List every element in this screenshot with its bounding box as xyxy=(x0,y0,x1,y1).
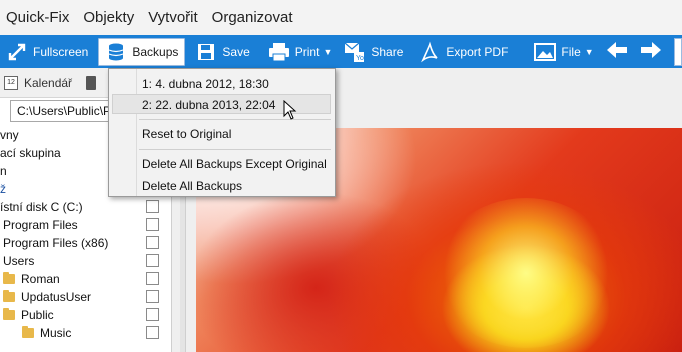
floppy-icon xyxy=(195,41,217,63)
tree-checkbox[interactable] xyxy=(146,290,159,303)
pdf-icon xyxy=(419,40,441,63)
menu-gutter xyxy=(109,69,137,196)
calendar-tab-label: Kalendář xyxy=(24,75,73,90)
save-button[interactable]: Save xyxy=(189,35,255,68)
tree-item-label: UpdatusUser xyxy=(21,290,92,304)
tree-item[interactable]: Users xyxy=(0,252,172,270)
forward-button[interactable] xyxy=(634,35,668,68)
menu-bar: Quick-Fix Objekty Vytvořit Organizovat xyxy=(0,0,682,35)
folder-icon xyxy=(3,308,15,320)
export-pdf-label: Export PDF xyxy=(446,44,509,59)
chevron-down-icon: ▼ xyxy=(323,46,333,57)
tree-item[interactable]: Program Files (x86) xyxy=(0,234,172,252)
tree-item-label: ací skupina xyxy=(0,146,61,160)
printer-icon xyxy=(268,41,290,63)
tree-item[interactable]: Program Files xyxy=(0,216,172,234)
back-button[interactable] xyxy=(600,35,634,68)
tree-item-label: Music xyxy=(40,326,72,340)
tree-item-label: n xyxy=(0,164,7,178)
export-pdf-button[interactable]: Export PDF xyxy=(413,35,514,68)
folder-icon xyxy=(22,326,34,338)
tree-checkbox[interactable] xyxy=(146,272,159,285)
book-icon[interactable] xyxy=(86,75,97,90)
menu-objekty[interactable]: Objekty xyxy=(75,9,140,26)
arrow-left-icon xyxy=(606,39,628,65)
delete-all-backups-item[interactable]: Delete All Backups xyxy=(142,179,242,193)
file-button[interactable]: File ▼ xyxy=(528,35,599,68)
print-label: Print xyxy=(294,44,320,59)
menu-separator xyxy=(139,119,331,120)
tree-item-label: Public xyxy=(21,308,54,322)
menu-vytvorit[interactable]: Vytvořit xyxy=(140,9,203,26)
tree-item[interactable]: Music xyxy=(0,324,172,342)
share-button[interactable]: You Share xyxy=(338,35,409,68)
fullscreen-label: Fullscreen xyxy=(33,44,89,59)
file-label: File xyxy=(561,44,581,59)
tree-item-label: Roman xyxy=(21,272,60,286)
menu-quick-fix[interactable]: Quick-Fix xyxy=(0,9,75,26)
reset-to-original-item[interactable]: Reset to Original xyxy=(142,127,231,141)
tree-checkbox[interactable] xyxy=(146,200,159,213)
tree-item[interactable]: Public xyxy=(0,306,172,324)
tree-item-label: Program Files xyxy=(3,218,78,232)
tree-checkbox[interactable] xyxy=(146,308,159,321)
backup-item-1[interactable]: 1: 4. dubna 2012, 18:30 xyxy=(142,77,269,91)
backup-item-2[interactable]: 2: 22. dubna 2013, 22:04 xyxy=(142,98,275,112)
fullscreen-button[interactable]: Fullscreen xyxy=(0,35,94,68)
save-label: Save xyxy=(222,44,250,59)
database-icon xyxy=(105,41,127,63)
backups-button[interactable]: Backups xyxy=(98,37,186,66)
tree-checkbox[interactable] xyxy=(146,218,159,231)
image-icon xyxy=(534,41,557,63)
tree-checkbox[interactable] xyxy=(146,254,159,267)
tab-calendar[interactable]: 12 Kalendář xyxy=(0,75,97,90)
tree-item-label: ž xyxy=(0,182,6,196)
tree-item[interactable]: UpdatusUser xyxy=(0,288,172,306)
print-button[interactable]: Print ▼ xyxy=(262,35,339,68)
mouse-cursor-icon xyxy=(283,100,297,120)
fullscreen-icon xyxy=(6,41,28,63)
share-icon: You xyxy=(344,41,366,63)
svg-text:You: You xyxy=(356,55,366,62)
tree-item-label: ístní disk C (C:) xyxy=(0,200,83,214)
tree-item-label: Users xyxy=(3,254,35,268)
backups-label: Backups xyxy=(132,44,179,59)
tree-checkbox[interactable] xyxy=(146,236,159,249)
menu-organizovat[interactable]: Organizovat xyxy=(204,9,299,26)
tree-item-label: Program Files (x86) xyxy=(3,236,109,250)
toolbar-overflow[interactable] xyxy=(673,37,682,66)
folder-icon xyxy=(3,290,15,302)
toolbar: Fullscreen Backups Save Print ▼ You Shar… xyxy=(0,35,682,68)
chevron-down-icon: ▼ xyxy=(584,46,594,57)
menu-separator xyxy=(139,149,331,150)
tree-item[interactable]: Roman xyxy=(0,270,172,288)
tree-checkbox[interactable] xyxy=(146,326,159,339)
delete-all-except-original-item[interactable]: Delete All Backups Except Original xyxy=(142,157,327,171)
photo-highlight xyxy=(436,198,616,348)
share-label: Share xyxy=(371,44,404,59)
tree-item-label: vny xyxy=(0,128,19,142)
backups-dropdown: 1: 4. dubna 2012, 18:30 2: 22. dubna 201… xyxy=(108,68,336,197)
arrow-right-icon xyxy=(640,39,662,65)
folder-icon xyxy=(3,272,15,284)
calendar-icon: 12 xyxy=(4,75,18,90)
tree-item[interactable]: ístní disk C (C:) xyxy=(0,198,172,216)
